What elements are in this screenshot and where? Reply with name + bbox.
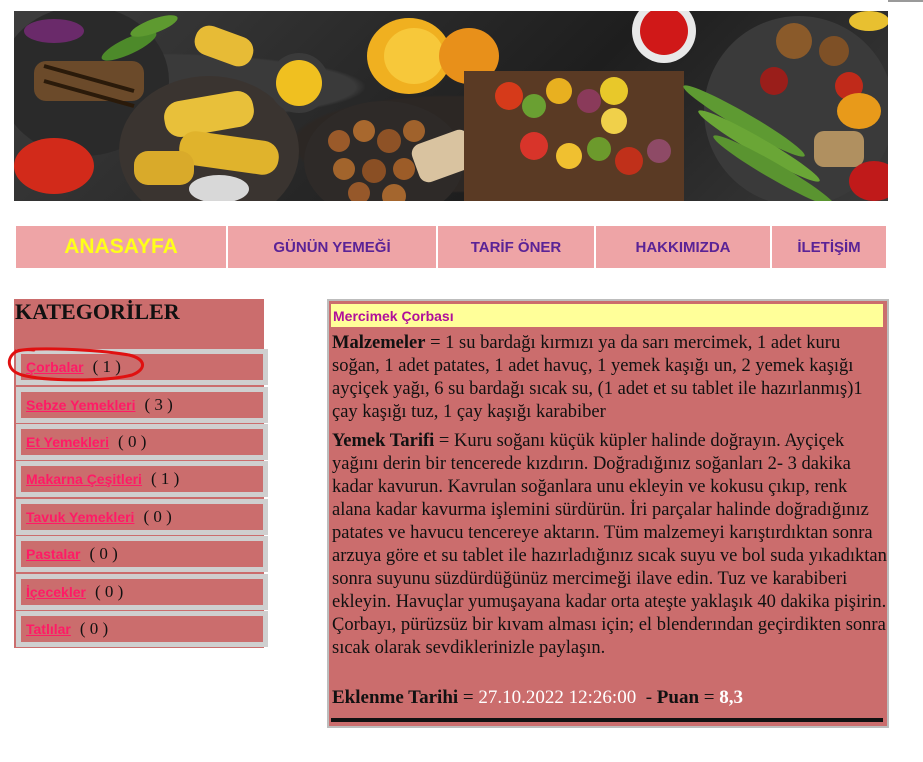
nav-hakkimizda[interactable]: HAKKIMIZDA <box>596 226 770 268</box>
category-item-tavuk: Tavuk Yemekleri ( 0 ) <box>16 499 268 535</box>
category-item-corbalar: Çorbalar ( 1 ) <box>16 349 268 385</box>
category-item-et: Et Yemekleri ( 0 ) <box>16 424 268 460</box>
instructions-text: Kuru soğanı küçük küpler halinde doğrayı… <box>332 431 887 658</box>
category-item-icecekler: İçecekler ( 0 ) <box>16 574 268 610</box>
date-value: 27.10.2022 12:26:00 <box>478 687 637 708</box>
category-link[interactable]: Sebze Yemekleri <box>26 397 135 413</box>
category-link[interactable]: İçecekler <box>26 584 86 600</box>
instructions-paragraph: Yemek Tarifi = Kuru soğanı küçük küpler … <box>332 431 887 658</box>
food-banner-image <box>14 11 888 201</box>
category-count: ( 0 ) <box>143 507 172 526</box>
category-count: ( 0 ) <box>89 544 118 563</box>
category-link[interactable]: Makarna Çeşitleri <box>26 471 142 487</box>
ingredients-paragraph: Malzemeler = 1 su bardağı kırmızı ya da … <box>332 333 863 422</box>
window-edge-line <box>888 0 923 2</box>
category-count: ( 0 ) <box>118 432 147 451</box>
nav-home[interactable]: ANASAYFA <box>16 226 226 268</box>
recipe-title[interactable]: Mercimek Çorbası <box>333 308 454 324</box>
category-link[interactable]: Pastalar <box>26 546 80 562</box>
date-label: Eklenme Tarihi <box>332 687 459 708</box>
ingredients-label: Malzemeler <box>332 333 426 353</box>
category-link[interactable]: Çorbalar <box>26 359 84 375</box>
category-count: ( 1 ) <box>92 357 121 376</box>
category-item-makarna: Makarna Çeşitleri ( 1 ) <box>16 461 268 497</box>
category-item-tatlilar: Tatlılar ( 0 ) <box>16 611 268 647</box>
instructions-label: Yemek Tarifi <box>332 431 435 451</box>
category-link[interactable]: Tatlılar <box>26 621 71 637</box>
category-link[interactable]: Tavuk Yemekleri <box>26 509 134 525</box>
categories-sidebar: KATEGORİLER Çorbalar ( 1 ) Sebze Yemekle… <box>14 299 268 648</box>
main-nav: ANASAYFA GÜNÜN YEMEĞİ TARİF ÖNER HAKKIMI… <box>16 226 888 268</box>
category-item-pastalar: Pastalar ( 0 ) <box>16 536 268 572</box>
recipe-title-bar: Mercimek Çorbası <box>331 304 883 327</box>
category-link[interactable]: Et Yemekleri <box>26 434 109 450</box>
recipe-bottom-divider <box>331 718 883 722</box>
recipe-meta: Eklenme Tarihi = 27.10.2022 12:26:00 - P… <box>332 687 743 708</box>
recipe-panel: Mercimek Çorbası Malzemeler = 1 su barda… <box>327 299 889 728</box>
category-count: ( 1 ) <box>150 469 180 488</box>
recipe-body: Malzemeler = 1 su bardağı kırmızı ya da … <box>332 332 888 666</box>
category-count: ( 3 ) <box>144 395 173 414</box>
category-count: ( 0 ) <box>79 619 109 638</box>
category-item-sebze: Sebze Yemekleri ( 3 ) <box>16 387 268 423</box>
rating-label: Puan <box>656 687 700 708</box>
nav-gunun-yemegi[interactable]: GÜNÜN YEMEĞİ <box>228 226 436 268</box>
nav-tarif-oner[interactable]: TARİF ÖNER <box>438 226 594 268</box>
nav-iletisim[interactable]: İLETİŞİM <box>772 226 886 268</box>
sidebar-title: KATEGORİLER <box>15 299 180 324</box>
category-count: ( 0 ) <box>94 582 124 601</box>
rating-value: 8,3 <box>719 687 743 708</box>
